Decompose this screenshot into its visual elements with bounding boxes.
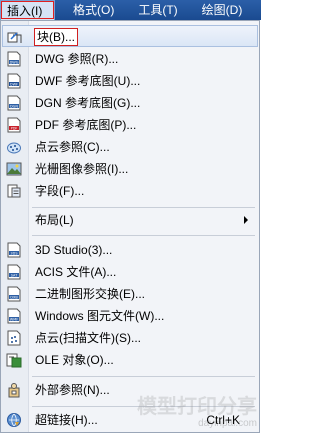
svg-text:WMF: WMF (10, 318, 19, 322)
menu-item-raster-image-reference[interactable]: 光栅图像参照(I)... (2, 158, 258, 180)
menu-item-label: DWF 参考底图(U)... (35, 74, 141, 88)
menu-item-label: 光栅图像参照(I)... (35, 162, 129, 176)
ole-object-icon (6, 352, 22, 368)
menu-item-pdf-underlay[interactable]: PDF PDF 参考底图(P)... (2, 114, 258, 136)
menu-item-label: 布局(L) (35, 213, 74, 227)
menu-item-label: 点云参照(C)... (35, 140, 110, 154)
menu-item-label: DWG 参照(R)... (35, 52, 119, 66)
menu-item-label: PDF 参考底图(P)... (35, 118, 137, 132)
menu-item-layout[interactable]: 布局(L) (2, 209, 258, 231)
svg-text:3DS: 3DS (10, 252, 18, 256)
menu-item-dwf-underlay[interactable]: DWF DWF 参考底图(U)... (2, 70, 258, 92)
menu-item-label: 外部参照(N)... (35, 383, 110, 397)
menu-item-label: ACIS 文件(A)... (35, 265, 117, 279)
hyperlink-icon (6, 412, 22, 428)
submenu-arrow-icon (244, 216, 248, 224)
field-icon (6, 183, 22, 199)
menu-item-label: 超链接(H)... (35, 413, 98, 427)
menu-separator (32, 207, 255, 208)
insert-dropdown-menu: 块(B)... DWG DWG 参照(R)... DWF DWF 参考底图(U)… (0, 20, 260, 433)
dgn-file-icon: DGN (6, 95, 22, 111)
menu-draw[interactable]: 绘图(D) (196, 0, 249, 20)
menu-item-label: OLE 对象(O)... (35, 353, 114, 367)
menu-item-label: 字段(F)... (35, 184, 85, 198)
wmf-file-icon: WMF (6, 308, 22, 324)
pdf-file-icon: PDF (6, 117, 22, 133)
menu-item-label: 3D Studio(3)... (35, 243, 113, 257)
svg-text:PDF: PDF (11, 127, 18, 131)
menu-tools[interactable]: 工具(T) (132, 0, 183, 20)
dwf-file-icon: DWF (6, 73, 22, 89)
point-cloud-scan-icon (6, 330, 22, 346)
svg-text:SAT: SAT (11, 274, 18, 278)
dwg-file-icon: DWG (6, 51, 22, 67)
menu-item-point-cloud-scan[interactable]: 点云(扫描文件)(S)... (2, 327, 258, 349)
menu-item-label: Windows 图元文件(W)... (35, 309, 165, 323)
menu-item-3d-studio[interactable]: 3DS 3D Studio(3)... (2, 239, 258, 261)
menu-separator (32, 235, 255, 236)
dxb-file-icon: DXB (6, 286, 22, 302)
svg-text:DXB: DXB (10, 296, 18, 300)
menu-item-ole-object[interactable]: OLE 对象(O)... (2, 349, 258, 371)
menu-separator (32, 376, 255, 377)
menu-item-dgn-underlay[interactable]: DGN DGN 参考底图(G)... (2, 92, 258, 114)
svg-text:DWF: DWF (10, 83, 18, 87)
menu-format[interactable]: 格式(O) (67, 0, 120, 20)
insert-block-icon (7, 29, 23, 45)
menu-item-dwg-reference[interactable]: DWG DWG 参照(R)... (2, 48, 258, 70)
menu-item-label: DGN 参考底图(G)... (35, 96, 141, 110)
menu-item-point-cloud-reference[interactable]: 点云参照(C)... (2, 136, 258, 158)
svg-text:DGN: DGN (10, 105, 18, 109)
menu-item-acis-file[interactable]: SAT ACIS 文件(A)... (2, 261, 258, 283)
3ds-file-icon: 3DS (6, 242, 22, 258)
menu-insert[interactable]: 插入(I) (0, 0, 55, 20)
menu-item-label: 二进制图形交换(E)... (35, 287, 145, 301)
watermark-url: dayinpai.com (198, 418, 257, 429)
menu-item-field[interactable]: 字段(F)... (2, 180, 258, 202)
menu-item-label: 点云(扫描文件)(S)... (35, 331, 141, 345)
point-cloud-icon (6, 139, 22, 155)
menu-item-windows-metafile[interactable]: WMF Windows 图元文件(W)... (2, 305, 258, 327)
menu-item-label: 块(B)... (34, 28, 78, 46)
external-reference-icon (6, 382, 22, 398)
raster-image-icon (6, 161, 22, 177)
watermark-title: 模型打印分享 (137, 396, 257, 418)
sat-file-icon: SAT (6, 264, 22, 280)
menu-item-block[interactable]: 块(B)... (2, 25, 258, 47)
svg-text:DWG: DWG (10, 61, 19, 65)
menu-bar: 插入(I) 格式(O) 工具(T) 绘图(D) (0, 0, 261, 20)
watermark: 模型打印分享 dayinpai.com (137, 396, 257, 430)
menu-item-binary-drawing-exchange[interactable]: DXB 二进制图形交换(E)... (2, 283, 258, 305)
